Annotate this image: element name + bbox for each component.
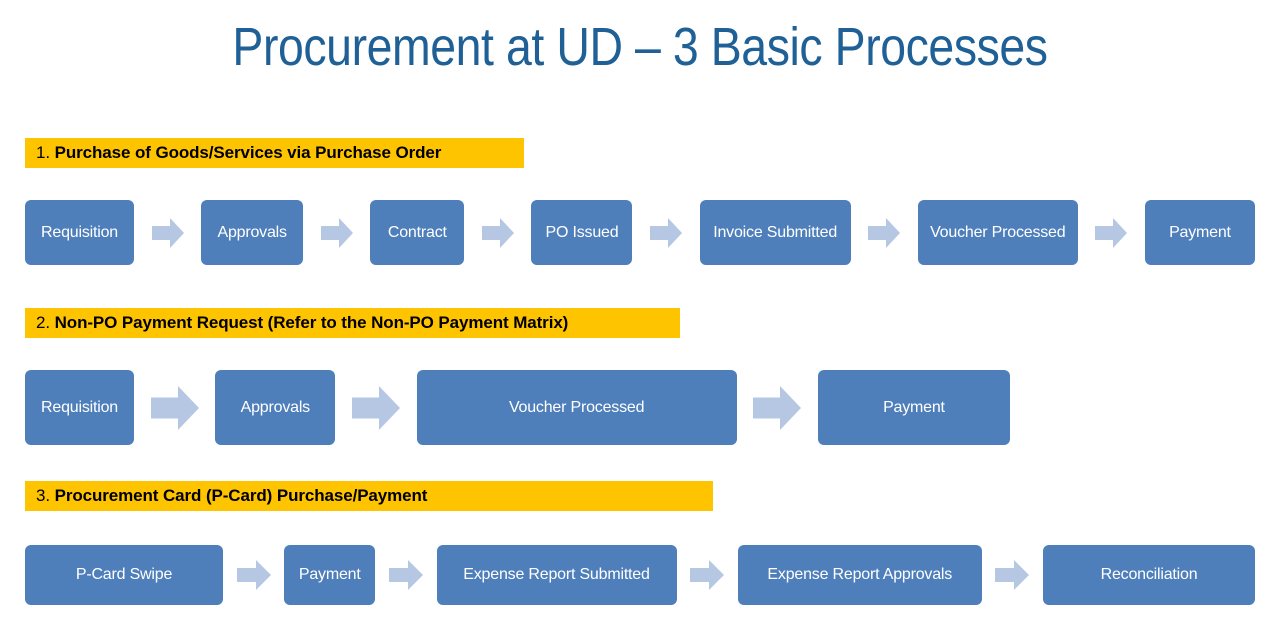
slide-canvas: { "slide": { "title": "Procurement at UD… bbox=[0, 0, 1280, 631]
flow-arrow-icon bbox=[150, 385, 199, 430]
flow-arrow-icon bbox=[351, 385, 400, 430]
process-step-label: Payment bbox=[1169, 223, 1231, 241]
process-step-label: Voucher Processed bbox=[508, 398, 645, 416]
process-flow-3: P-Card Swipe Payment Expense Report Submit… bbox=[25, 545, 1255, 605]
flow-arrow-icon bbox=[650, 217, 683, 248]
process-step: Expense Report Submitted bbox=[436, 545, 677, 605]
process-step: Contract bbox=[370, 200, 465, 265]
process-step: Invoice Submitted bbox=[699, 200, 851, 265]
section-banner-1: 1. Purchase of Goods/Services via Purcha… bbox=[25, 138, 524, 168]
flow-arrow-icon bbox=[320, 217, 353, 248]
process-flow-1: Requisition Approvals Contract PO Issued Inv… bbox=[25, 200, 1255, 265]
process-step: Voucher Processed bbox=[917, 200, 1078, 265]
process-step: Payment bbox=[817, 370, 1010, 445]
section-number-3: 3. bbox=[36, 486, 55, 505]
section-banner-3: 3. Procurement Card (P-Card) Purchase/Pa… bbox=[25, 481, 713, 511]
process-step-label: Expense Report Submitted bbox=[463, 566, 650, 583]
flow-arrow-icon bbox=[236, 560, 271, 590]
process-step-label: Payment bbox=[883, 398, 945, 416]
process-step-label: Expense Report Approvals bbox=[767, 566, 953, 583]
process-step-label: PO Issued bbox=[545, 223, 619, 241]
process-step: Approvals bbox=[201, 200, 304, 265]
process-step-label: Invoice Submitted bbox=[713, 223, 838, 241]
process-step-label: Requisition bbox=[41, 398, 118, 416]
section-number-2: 2. bbox=[36, 313, 55, 332]
process-step-label: P-Card Swipe bbox=[75, 566, 173, 583]
flow-arrow-icon bbox=[690, 560, 725, 590]
process-step: Reconciliation bbox=[1043, 545, 1255, 605]
process-step-label: Contract bbox=[387, 223, 447, 241]
flow-arrow-icon bbox=[868, 217, 901, 248]
section-banner-2: 2. Non-PO Payment Request (Refer to the … bbox=[25, 308, 680, 338]
process-step: Payment bbox=[284, 545, 376, 605]
process-flow-2: Requisition Approvals Voucher Processed Pay… bbox=[25, 370, 1010, 445]
section-heading-3: Procurement Card (P-Card) Purchase/Payme… bbox=[54, 486, 428, 505]
process-step: Requisition bbox=[25, 370, 134, 445]
flow-arrow-icon bbox=[1095, 217, 1128, 248]
process-step-label: Payment bbox=[298, 566, 361, 583]
section-heading-2: Non-PO Payment Request (Refer to the Non… bbox=[54, 313, 569, 332]
section-number-1: 1. bbox=[36, 143, 55, 162]
process-step: PO Issued bbox=[531, 200, 633, 265]
process-step: Requisition bbox=[25, 200, 134, 265]
process-step-label: Requisition bbox=[41, 223, 118, 241]
process-step-label: Reconciliation bbox=[1100, 566, 1198, 583]
process-step-label: Voucher Processed bbox=[930, 223, 1066, 241]
section-heading-1: Purchase of Goods/Services via Purchase … bbox=[54, 143, 442, 162]
flow-arrow-icon bbox=[481, 217, 514, 248]
flow-arrow-icon bbox=[388, 560, 423, 590]
page-title: Procurement at UD – 3 Basic Processes bbox=[232, 17, 1048, 77]
process-step: Approvals bbox=[215, 370, 336, 445]
process-step: Expense Report Approvals bbox=[737, 545, 982, 605]
process-step-label: Approvals bbox=[217, 223, 287, 241]
flow-arrow-icon bbox=[753, 385, 802, 430]
process-step-label: Approvals bbox=[240, 398, 311, 416]
flow-arrow-icon bbox=[151, 217, 184, 248]
process-step: Voucher Processed bbox=[416, 370, 737, 445]
process-step: Payment bbox=[1144, 200, 1255, 265]
process-step: P-Card Swipe bbox=[25, 545, 223, 605]
flow-arrow-icon bbox=[995, 560, 1030, 590]
